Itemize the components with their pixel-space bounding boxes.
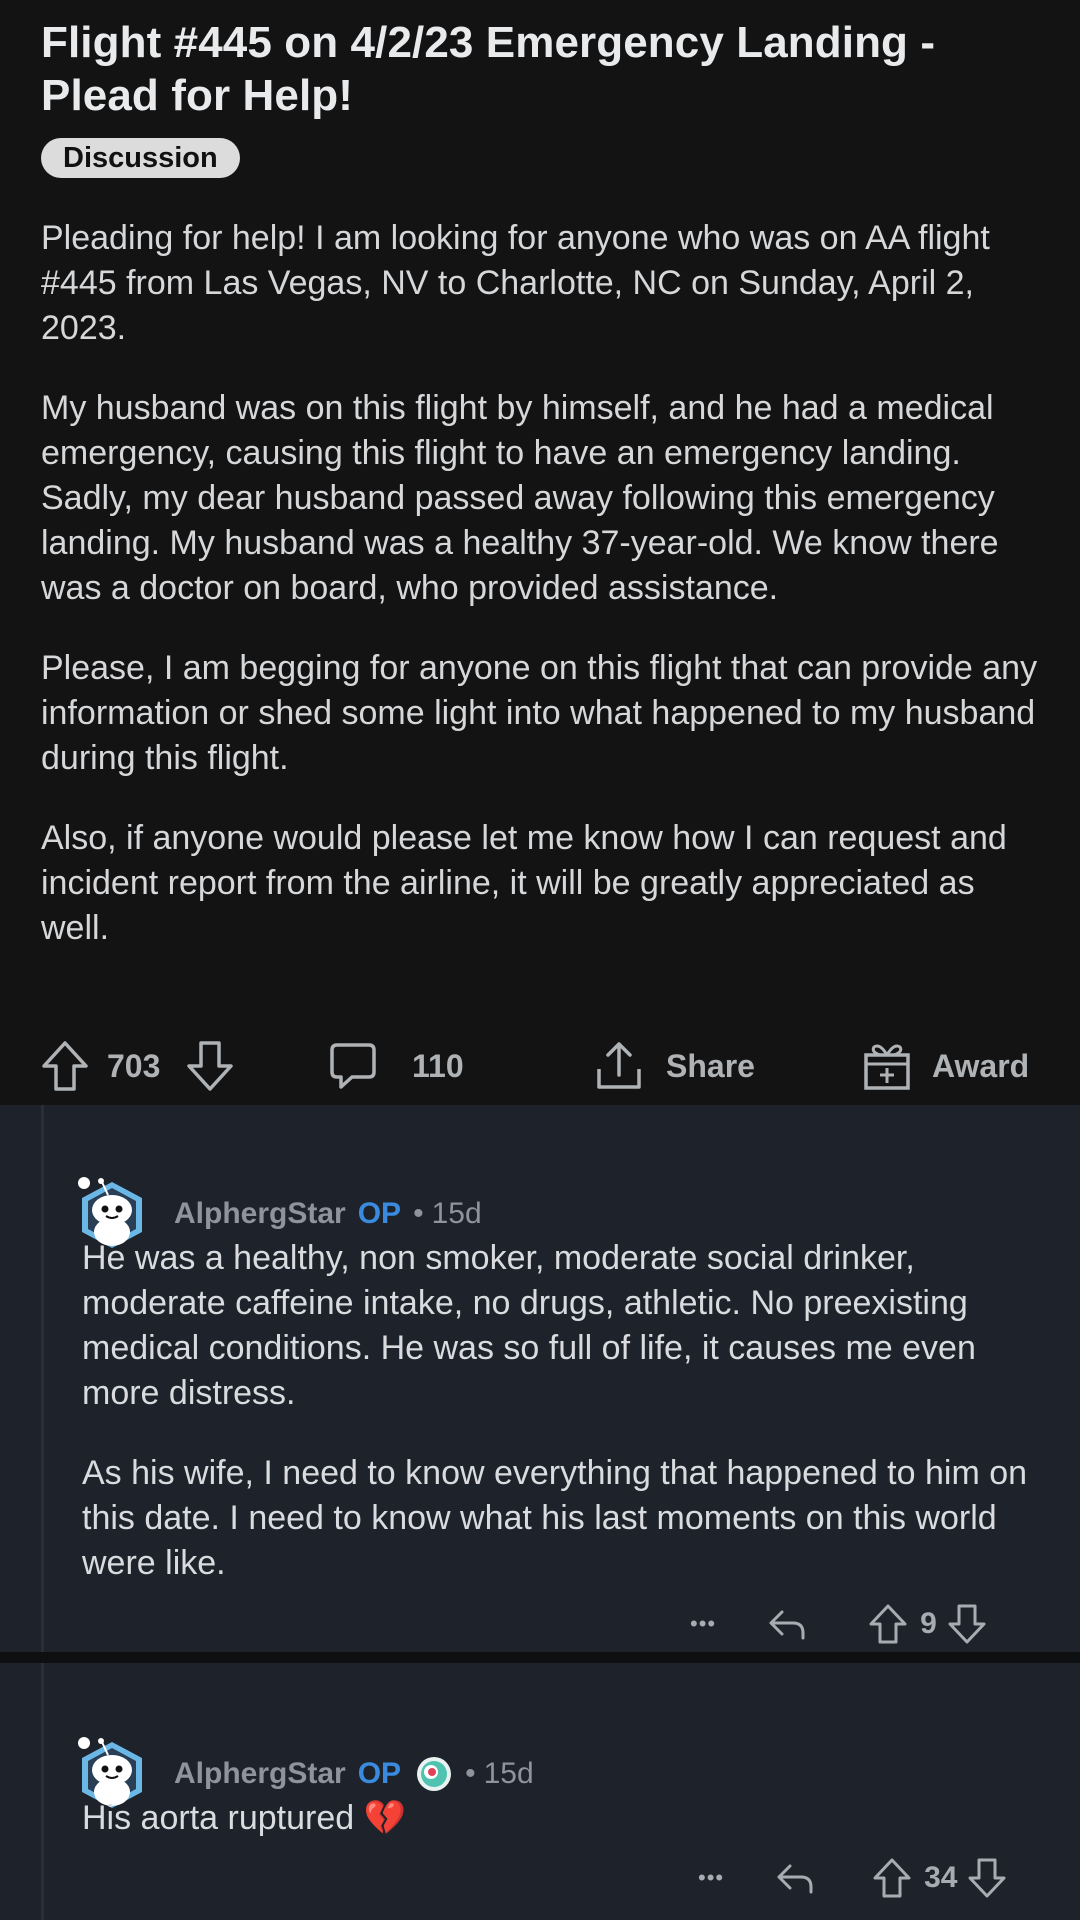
post-title: Flight #445 on 4/2/23 Emergency Landing … xyxy=(41,18,936,120)
share-label: Share xyxy=(666,1047,755,1084)
comment-username[interactable]: AlphergStar xyxy=(174,1197,346,1231)
share-icon xyxy=(597,1042,641,1089)
share-button[interactable]: Share xyxy=(594,1036,755,1096)
comment-age: 15d xyxy=(431,1197,482,1230)
downvote-icon[interactable] xyxy=(967,1857,1007,1899)
comment: AlphergStar OP • 15d He was a healthy, n… xyxy=(0,1105,1080,1652)
more-options-button[interactable]: ••• xyxy=(698,1865,724,1891)
reply-icon[interactable] xyxy=(766,1604,808,1644)
separator-dot: • xyxy=(465,1757,476,1790)
downvote-button[interactable] xyxy=(185,1036,235,1096)
comment-divider xyxy=(0,1652,1080,1663)
op-badge: OP xyxy=(357,1197,402,1230)
downvote-icon xyxy=(187,1041,233,1091)
post-vote-count: 703 xyxy=(107,1047,161,1084)
post-body: Pleading for help! I am looking for anyo… xyxy=(41,216,1040,951)
reply-icon[interactable] xyxy=(774,1858,816,1898)
post-paragraph: Also, if anyone would please let me know… xyxy=(41,819,1007,947)
comment: AlphergStar OP • 15d His aorta ruptured … xyxy=(0,1663,1080,1920)
separator-dot: • xyxy=(413,1197,424,1230)
comment-bubble-icon xyxy=(330,1043,376,1089)
thread-line[interactable] xyxy=(41,1105,44,1652)
comment-body: He was a healthy, non smoker, moderate s… xyxy=(82,1236,1044,1621)
comment-actions: ••• 9 xyxy=(690,1599,987,1649)
comment-username[interactable]: AlphergStar xyxy=(174,1757,346,1791)
user-flair-icon xyxy=(417,1757,452,1791)
comment-actions: ••• 34 xyxy=(698,1853,1007,1903)
comment-vote-count: 34 xyxy=(924,1861,958,1894)
comment-paragraph: As his wife, I need to know everything t… xyxy=(82,1454,1028,1582)
post-comment-count: 110 xyxy=(412,1047,464,1084)
post-paragraph: Please, I am begging for anyone on this … xyxy=(41,649,1038,777)
comment-vote-count: 9 xyxy=(920,1607,937,1640)
post-action-bar: 703 110 Share Award xyxy=(0,1036,1080,1096)
upvote-icon[interactable] xyxy=(872,1857,912,1899)
upvote-icon xyxy=(42,1041,88,1091)
award-button[interactable]: Award xyxy=(862,1036,1029,1096)
post-paragraph: Pleading for help! I am looking for anyo… xyxy=(41,219,990,347)
post: Flight #445 on 4/2/23 Emergency Landing … xyxy=(0,0,1080,1105)
gift-icon xyxy=(864,1044,910,1090)
op-badge: OP xyxy=(357,1757,402,1790)
downvote-icon[interactable] xyxy=(947,1603,987,1645)
upvote-icon[interactable] xyxy=(868,1603,908,1645)
more-options-button[interactable]: ••• xyxy=(690,1611,716,1637)
post-flair[interactable]: Discussion xyxy=(41,138,240,178)
award-label: Award xyxy=(932,1047,1030,1084)
upvote-button[interactable] xyxy=(40,1036,90,1096)
comment-age: 15d xyxy=(483,1757,534,1790)
comment-paragraph: He was a healthy, non smoker, moderate s… xyxy=(82,1239,976,1412)
comment-paragraph: His aorta ruptured 💔 xyxy=(82,1799,406,1837)
post-paragraph: My husband was on this flight by himself… xyxy=(41,389,999,607)
comments-button[interactable]: 110 xyxy=(328,1036,464,1096)
thread-line[interactable] xyxy=(41,1663,44,1920)
